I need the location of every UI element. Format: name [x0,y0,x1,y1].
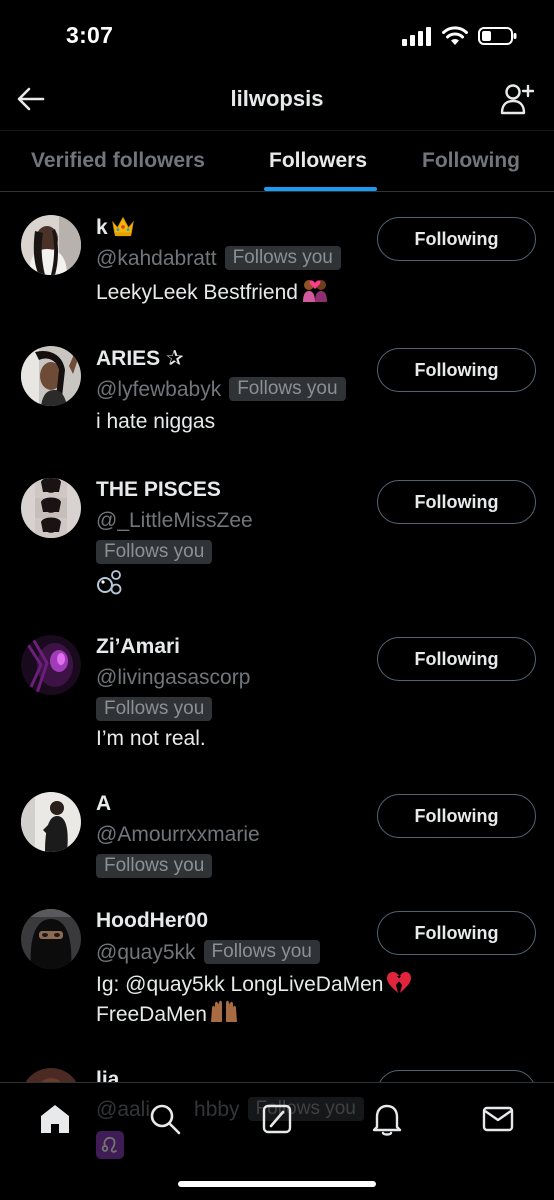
bottom-tab-bar: @aali hbby Follows you [0,1082,554,1200]
handle-text-tail: hbby [194,1098,240,1121]
nav-notifications[interactable] [369,1101,405,1137]
user-display-name[interactable]: HoodHer00 [96,909,208,933]
follower-tabs: Verified followers Followers Following [0,130,554,192]
user-display-name[interactable]: k [96,215,136,240]
notifications-icon [372,1104,402,1136]
user-handle[interactable]: @Amourrxxmarie [96,823,260,847]
user-bio: Ig: @quay5kk LongLiveDaMen FreeDaMen [96,970,412,1030]
followers-list: k @kahdabratt Follows you LeekyLeek Bestf… [0,193,554,1083]
list-item[interactable]: Zi’Amari @livingasascorp Follows you I’m… [0,635,554,765]
list-item[interactable]: THE PISCES @_LittleMissZee Follows you F… [0,478,554,608]
active-tab-indicator [264,187,377,191]
follows-you-badge: Follows you [96,697,213,721]
tab-followers[interactable]: Followers [269,149,367,173]
nav-home[interactable] [37,1101,73,1137]
user-bio [96,568,124,605]
nav-grok[interactable] [259,1101,295,1137]
user-handle[interactable]: @_LittleMissZee [96,509,253,533]
user-display-name[interactable]: A [96,792,111,816]
nav-search[interactable] [147,1101,183,1137]
following-button[interactable]: Following [377,348,536,392]
follows-you-badge: Follows you [203,940,320,964]
avatar[interactable] [21,635,81,695]
user-display-name[interactable]: THE PISCES [96,478,221,502]
home-icon [41,1105,69,1133]
following-button[interactable]: Following [377,637,536,681]
following-button[interactable]: Following [377,794,536,838]
bubbles-emoji-icon [97,570,122,595]
leo-emoji-icon [96,1131,124,1159]
raised-hands-emoji-icon [210,1000,237,1022]
user-bio: I’m not real. [96,727,206,750]
avatar[interactable] [21,215,81,275]
following-button[interactable]: Following [377,911,536,955]
couple-with-heart-emoji-icon [302,280,327,302]
page-title: lilwopsis [230,86,324,111]
follows-you-badge: Follows you [224,246,341,270]
battery-icon [478,27,517,45]
following-button[interactable]: Following [377,480,536,524]
add-user-button[interactable] [498,80,536,118]
avatar[interactable] [21,1068,81,1083]
list-item[interactable]: HoodHer00 @quay5kk Follows you Ig: @quay5… [0,909,554,1049]
handle-text: @lyfewbabyk [96,378,222,401]
list-item[interactable]: k @kahdabratt Follows you LeekyLeek Bestf… [0,215,554,325]
user-display-name[interactable]: Zi’Amari [96,635,180,659]
status-time: 3:07 [66,22,114,48]
user-handle[interactable]: @livingasascorp [96,666,250,690]
user-display-name[interactable]: ARIES ✰ [96,346,184,371]
add-user-icon [500,84,534,115]
list-item[interactable]: lia Following [0,1068,554,1083]
crown-emoji-icon [111,216,134,237]
user-handle: @aali hbby Follows you [96,1097,364,1122]
nav-messages[interactable] [480,1101,516,1137]
tab-verified-followers[interactable]: Verified followers [31,149,205,173]
user-handle[interactable]: @kahdabratt Follows you [96,246,341,271]
avatar[interactable] [21,478,81,538]
bio-text-line2: FreeDaMen [96,1003,207,1026]
avatar[interactable] [21,792,81,852]
avatar[interactable] [21,909,81,969]
user-bio: LeekyLeek Bestfriend [96,276,330,308]
follows-you-badge: Follows you [96,540,213,564]
status-bar: 3:07 [0,0,554,72]
bio-text-line1: Ig: @quay5kk LongLiveDaMen [96,973,384,996]
handle-text: @quay5kk [96,941,196,964]
user-display-name[interactable]: lia [96,1068,119,1083]
user-name-text: k [96,216,108,239]
handle-text: @aali [96,1098,151,1121]
user-handle[interactable]: @quay5kk Follows you [96,940,320,965]
broken-heart-emoji-icon [386,972,411,993]
tab-following[interactable]: Following [422,149,520,173]
follows-you-badge: Follows you [96,854,213,878]
messages-icon [482,1106,514,1132]
profile-header: lilwopsis [0,72,554,130]
home-indicator [178,1181,376,1187]
search-icon [150,1104,181,1135]
list-item[interactable]: ARIES ✰ @lyfewbabyk Follows you i hate ni… [0,346,554,456]
following-button[interactable]: Following [377,217,536,261]
follows-you-badge: Follows you [229,377,346,401]
grok-icon [262,1104,292,1134]
cellular-signal-icon [402,27,431,46]
list-item[interactable]: A @Amourrxxmarie Follows you Following [0,792,554,892]
status-icons [402,26,518,46]
avatar[interactable] [21,346,81,406]
wifi-icon [442,26,468,45]
user-bio: i hate niggas [96,410,216,433]
handle-text: @kahdabratt [96,247,217,270]
user-handle[interactable]: @lyfewbabyk Follows you [96,377,346,402]
bio-text: LeekyLeek Bestfriend [96,281,298,304]
